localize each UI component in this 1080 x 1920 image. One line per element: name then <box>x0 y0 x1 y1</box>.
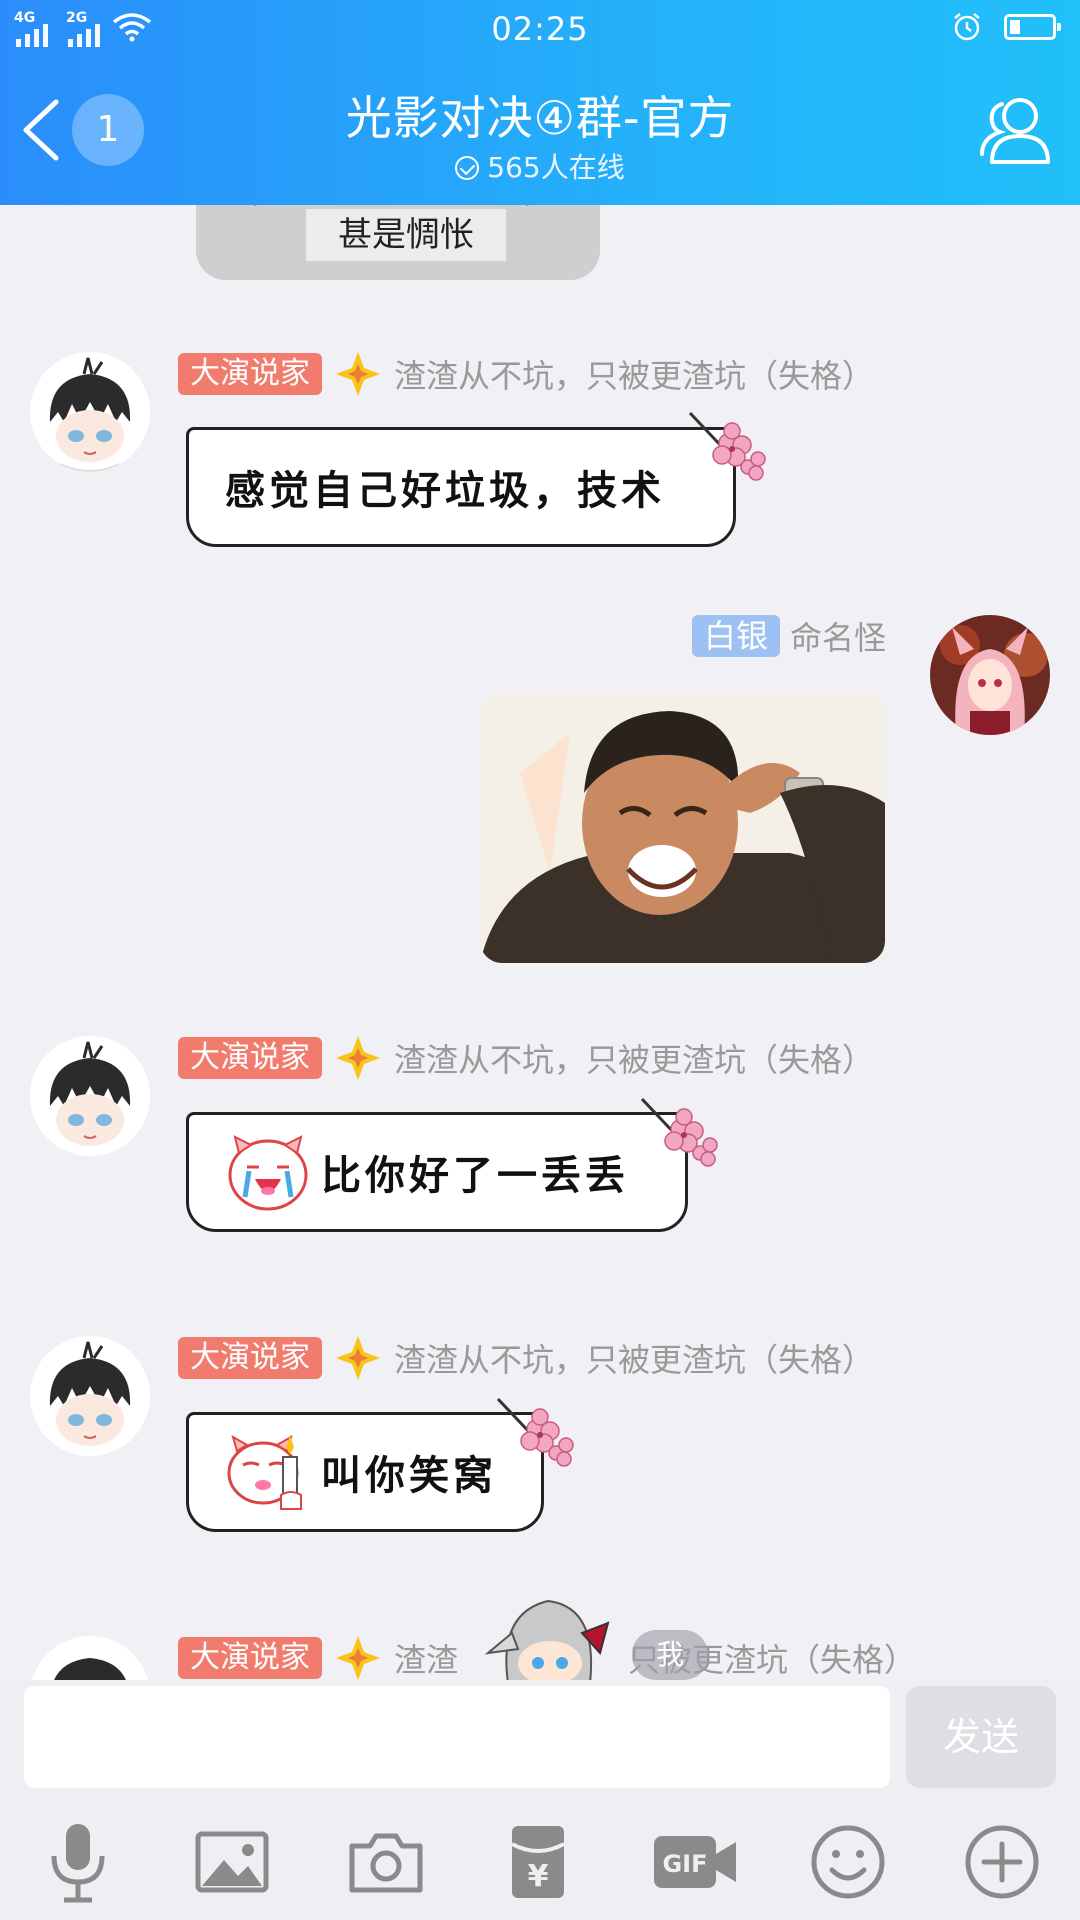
message-text: 叫你笑窝 <box>321 1452 497 1499</box>
online-count-text: 565人在线 <box>487 151 625 184</box>
meme-image-message[interactable] <box>480 693 885 963</box>
anime-girl-avatar-icon <box>930 615 1050 735</box>
avatar[interactable] <box>30 352 150 472</box>
gif-icon[interactable]: GIF <box>650 1820 740 1904</box>
sender-nickname[interactable]: 渣渣从不坑，只被更渣坑（失格） <box>394 351 874 397</box>
camera-icon[interactable] <box>344 1820 428 1904</box>
anime-boy-avatar-icon <box>30 352 150 472</box>
me-label[interactable]: 我 <box>632 1630 708 1680</box>
emoji-icon[interactable] <box>806 1820 890 1904</box>
title-badge: 大演说家 <box>178 1337 322 1379</box>
alarm-icon <box>954 13 980 41</box>
floating-character-icon[interactable] <box>478 1593 628 1680</box>
status-time: 02:25 <box>491 10 589 48</box>
message-text: 感觉自己好垃圾，技术 <box>225 467 665 514</box>
online-count: 565人在线 <box>0 146 1080 186</box>
sender-info: 白银 命名怪 <box>692 613 886 659</box>
sender-nickname[interactable]: 命名怪 <box>790 613 886 659</box>
send-button[interactable]: 发送 <box>906 1686 1056 1788</box>
sender-info: 大演说家 渣渣从不坑，只被更渣坑（失格） <box>178 1335 874 1381</box>
image-caption: 甚是惆怅 <box>306 209 506 261</box>
plus-icon[interactable] <box>960 1820 1044 1904</box>
bottom-toolbar: ¥ GIF <box>0 1800 1080 1920</box>
level-star-icon <box>336 1336 380 1380</box>
sender-nickname[interactable]: 渣渣从不坑，只被更渣坑（失格） <box>394 1335 874 1381</box>
input-bar: 发送 <box>0 1680 1080 1800</box>
cherry-blossom-decoration-icon <box>640 1097 718 1167</box>
level-star-icon <box>336 352 380 396</box>
crying-laughing-man-meme <box>480 693 885 963</box>
thumbs-up-pig-emoji <box>227 1434 302 1510</box>
cherry-blossom-decoration-icon <box>496 1397 574 1467</box>
sender-info: 大演说家 渣渣从不坑，只被更渣坑（失格） <box>178 1035 874 1081</box>
crying-pig-emoji <box>228 1135 308 1211</box>
rank-badge: 白银 <box>692 615 781 657</box>
message-bubble[interactable]: 叫你笑窝 <box>186 1412 544 1532</box>
message-bubble[interactable]: 比你好了一丢丢 <box>186 1112 688 1232</box>
sender-nickname[interactable]: 渣渣从不坑，只被更渣坑（失格） <box>394 1035 874 1081</box>
avatar[interactable] <box>30 1336 150 1456</box>
cherry-blossom-decoration-icon <box>688 411 766 481</box>
title-badge: 大演说家 <box>178 353 322 395</box>
message-bubble[interactable]: 感觉自己好垃圾，技术 <box>186 427 736 547</box>
sender-info: 大演说家 渣渣从不坑，只被更渣坑（失格） <box>178 351 874 397</box>
sender-nickname-start[interactable]: 渣渣 <box>394 1635 458 1680</box>
message-list[interactable]: 甚是惆怅 大演说家 渣渣从不坑，只被更渣坑（失格） 感觉自己好垃圾，技术 白银 … <box>0 205 1080 1680</box>
avatar[interactable] <box>30 1036 150 1156</box>
title-badge: 大演说家 <box>178 1037 322 1079</box>
red-envelope-icon[interactable]: ¥ <box>496 1820 580 1904</box>
status-bar: 4G 2G 02:25 <box>0 0 1080 60</box>
level-star-icon <box>336 1636 380 1680</box>
self-avatar[interactable] <box>930 615 1050 735</box>
title-badge: 大演说家 <box>178 1637 322 1679</box>
microphone-icon[interactable] <box>36 1820 120 1904</box>
anime-boy-avatar-icon <box>30 1336 150 1456</box>
gif-label: GIF <box>662 1850 707 1878</box>
members-icon[interactable] <box>976 90 1056 170</box>
anime-boy-avatar-icon <box>30 1636 150 1680</box>
red-envelope-symbol: ¥ <box>528 1859 549 1894</box>
check-circle-icon <box>455 156 480 180</box>
message-input[interactable] <box>24 1686 890 1788</box>
level-star-icon <box>336 1036 380 1080</box>
image-icon[interactable] <box>190 1820 274 1904</box>
battery-icon <box>1004 14 1061 40</box>
anime-boy-avatar-icon <box>30 1036 150 1156</box>
chat-screen: 4G 2G 02:25 1 光影对决④群-官方 565人在线 甚是惆怅 大演说家… <box>0 0 1080 1920</box>
group-title: 光影对决④群-官方 <box>345 91 735 145</box>
message-text: 比你好了一丢丢 <box>321 1152 629 1199</box>
avatar[interactable] <box>30 1636 150 1680</box>
previous-image-message[interactable]: 甚是惆怅 <box>196 205 600 280</box>
header: 4G 2G 02:25 1 光影对决④群-官方 565人在线 <box>0 0 1080 205</box>
